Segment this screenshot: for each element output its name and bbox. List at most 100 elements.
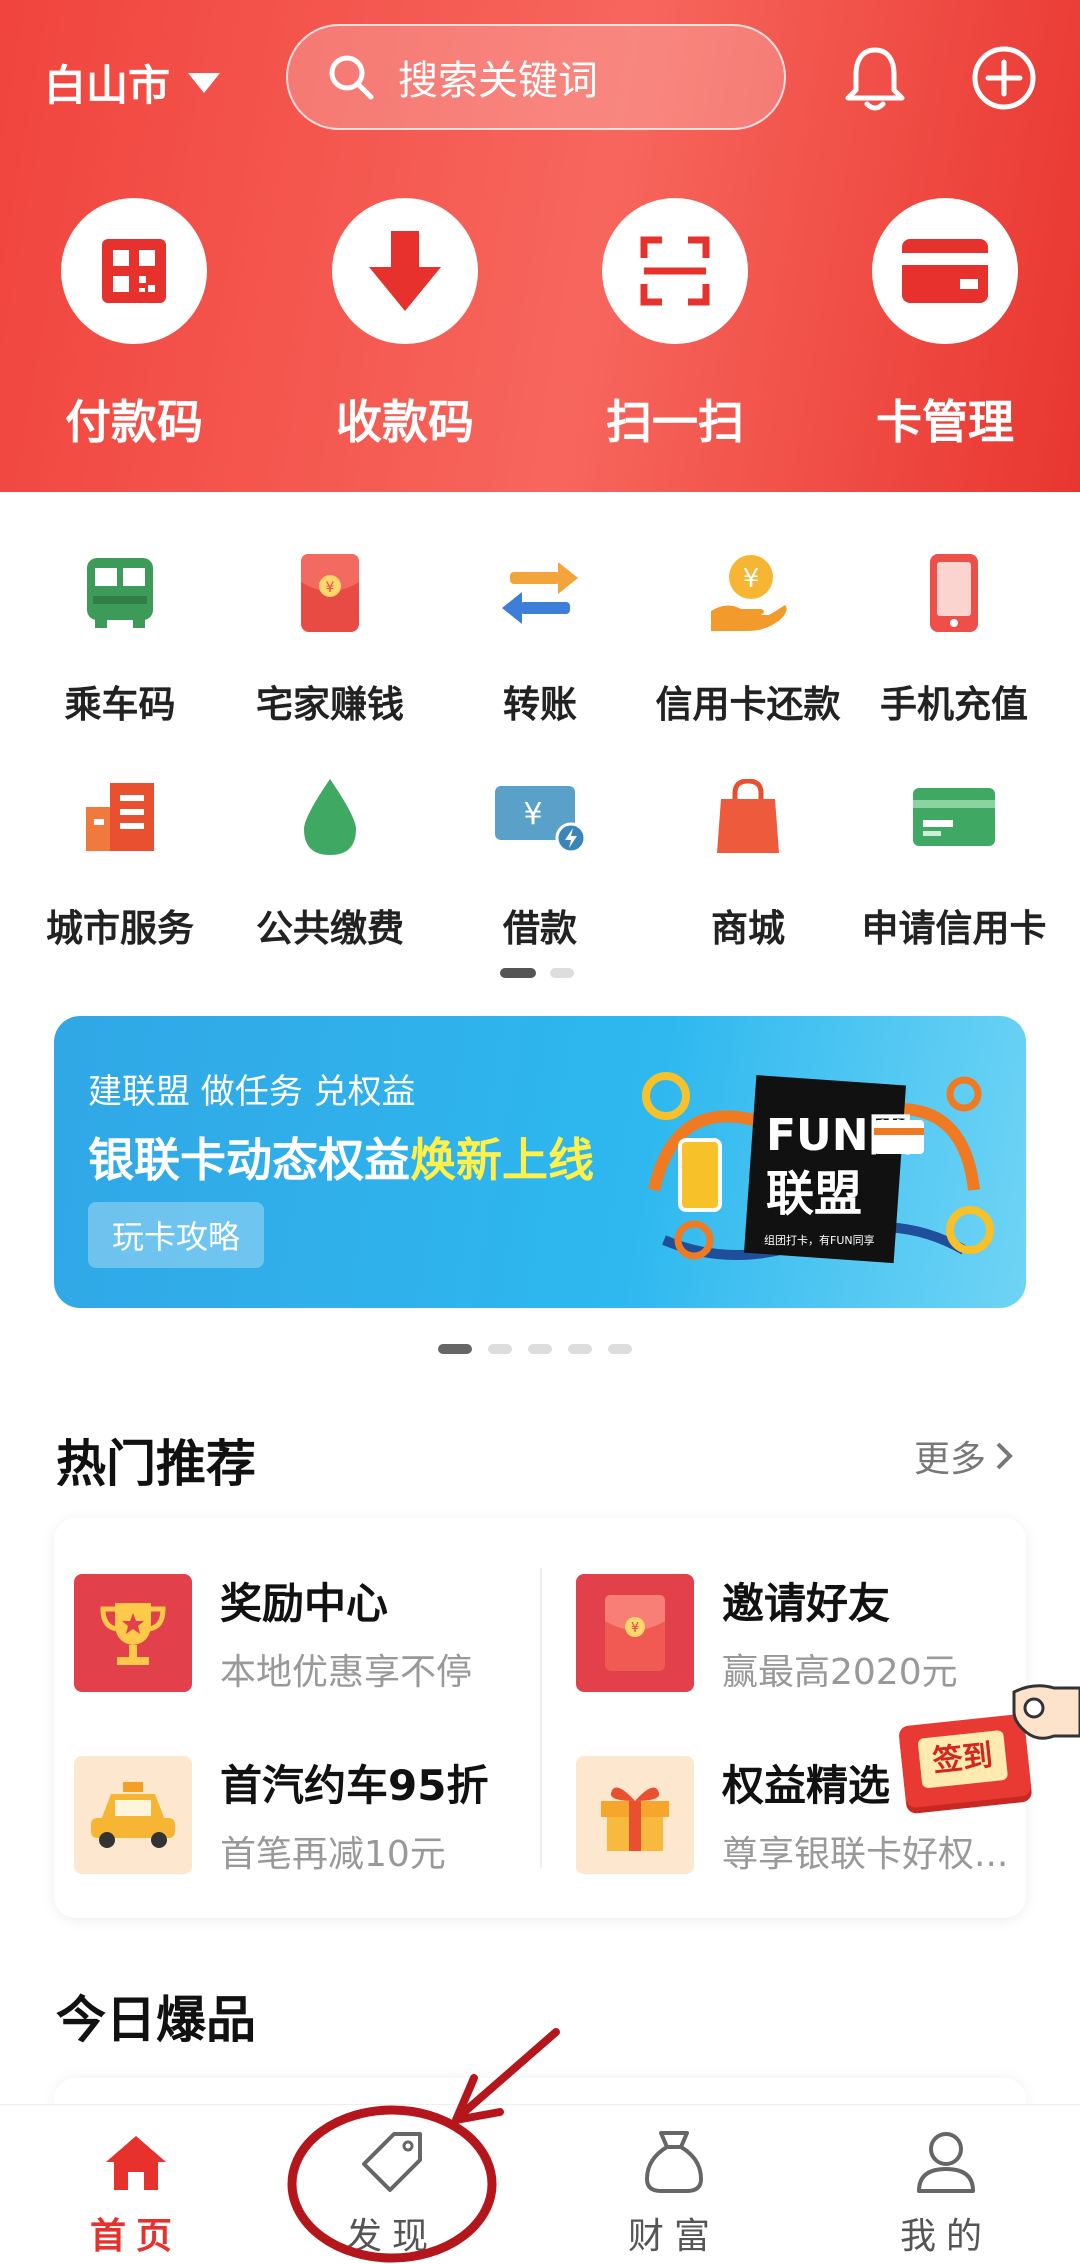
more-label: 更多 bbox=[913, 1439, 986, 1480]
tab-wealth[interactable]: 财富 bbox=[574, 2127, 774, 2259]
quick-action-pay[interactable]: 付款码 bbox=[59, 198, 209, 452]
city-selector[interactable]: 白山市 bbox=[44, 52, 221, 113]
add-circle-icon[interactable] bbox=[970, 44, 1038, 112]
page-dot bbox=[488, 1344, 512, 1354]
quick-action-label: 扫一扫 bbox=[606, 395, 744, 449]
promo-banner[interactable]: 建联盟 做任务 兑权益 银联卡动态权益焕新上线 玩卡攻略 FUN圈 联盟 组团打… bbox=[54, 1016, 1026, 1308]
chevron-down-icon bbox=[188, 72, 221, 93]
scan-icon bbox=[602, 198, 748, 344]
service-label: 城市服务 bbox=[46, 907, 194, 950]
bus-icon bbox=[12, 538, 228, 648]
tab-label: 首页 bbox=[89, 2216, 182, 2257]
city-name: 白山市 bbox=[44, 61, 171, 110]
tab-mine[interactable]: 我的 bbox=[846, 2127, 1046, 2259]
transfer-icon bbox=[432, 538, 648, 648]
rec-title: 邀请好友 bbox=[722, 1579, 891, 1628]
header: 白山市 搜索关键词 付款码 收款码 扫一扫 卡管理 bbox=[0, 0, 1080, 492]
divider bbox=[540, 1568, 542, 1868]
service-label: 商城 bbox=[711, 907, 785, 950]
page-dot bbox=[550, 968, 574, 978]
service-transfer[interactable]: 转账 bbox=[432, 538, 648, 728]
building-icon bbox=[12, 762, 228, 872]
art-caption: 组团打卡，有FUN同享 bbox=[764, 1233, 875, 1247]
page-dot-active bbox=[500, 968, 536, 978]
banner-page-indicator bbox=[438, 1344, 632, 1354]
red-envelope-icon: ¥ bbox=[576, 1573, 694, 1692]
service-label: 乘车码 bbox=[64, 683, 176, 726]
fun-alliance-illustration: FUN圈 联盟 组团打卡，有FUN同享 bbox=[642, 1072, 994, 1264]
tab-home[interactable]: 首页 bbox=[36, 2127, 236, 2259]
services-page-indicator bbox=[500, 968, 574, 978]
tab-discover[interactable]: 发现 bbox=[292, 2127, 492, 2259]
rec-reward-center[interactable]: 奖励中心 本地优惠享不停 bbox=[74, 1570, 472, 1695]
more-link[interactable]: 更多 bbox=[914, 1430, 1014, 1482]
water-drop-icon bbox=[222, 762, 438, 872]
receive-arrow-icon bbox=[332, 198, 478, 344]
service-label: 信用卡还款 bbox=[655, 683, 841, 726]
section-title-today: 今日爆品 bbox=[56, 1991, 256, 2049]
shopping-bag-icon bbox=[640, 762, 856, 872]
hand-pointer-icon bbox=[1012, 1684, 1080, 1740]
service-bus-code[interactable]: 乘车码 bbox=[12, 538, 228, 728]
rec-desc: 尊享银联卡好权... bbox=[722, 1834, 1009, 1875]
quick-action-scan[interactable]: 扫一扫 bbox=[600, 198, 750, 452]
card-icon bbox=[872, 198, 1018, 344]
bottom-tab-bar: 首页 发现 财富 我的 bbox=[0, 2104, 1080, 2264]
rec-desc: 本地优惠享不停 bbox=[220, 1652, 473, 1693]
service-phone-topup[interactable]: 手机充值 bbox=[846, 538, 1062, 728]
rec-desc: 赢最高2020元 bbox=[722, 1652, 958, 1693]
svg-text:¥: ¥ bbox=[326, 580, 335, 596]
banner-title-main: 银联卡动态权益 bbox=[88, 1133, 410, 1187]
repay-icon: ¥ bbox=[640, 538, 856, 648]
service-public-fees[interactable]: 公共缴费 bbox=[222, 762, 438, 952]
gift-icon bbox=[576, 1755, 694, 1874]
banner-subtitle: 建联盟 做任务 兑权益 bbox=[88, 1072, 416, 1112]
svg-text:¥: ¥ bbox=[743, 564, 760, 594]
service-loan[interactable]: ¥ 借款 bbox=[432, 762, 648, 952]
bell-icon[interactable] bbox=[842, 44, 908, 114]
quick-action-receive[interactable]: 收款码 bbox=[330, 198, 480, 452]
quick-action-label: 付款码 bbox=[65, 395, 203, 449]
quick-action-card[interactable]: 卡管理 bbox=[870, 198, 1020, 452]
search-placeholder: 搜索关键词 bbox=[398, 58, 598, 104]
tab-label: 我的 bbox=[899, 2216, 992, 2257]
svg-text:¥: ¥ bbox=[523, 797, 542, 832]
svg-text:¥: ¥ bbox=[631, 1621, 639, 1636]
banner-title: 银联卡动态权益焕新上线 bbox=[88, 1124, 594, 1190]
service-city[interactable]: 城市服务 bbox=[12, 762, 228, 952]
banner-title-highlight: 焕新上线 bbox=[410, 1133, 594, 1187]
person-icon bbox=[917, 2132, 975, 2193]
tag-icon bbox=[362, 2132, 422, 2192]
rec-taxi[interactable]: 首汽约车95折 首笔再减10元 bbox=[74, 1752, 488, 1877]
rec-title: 奖励中心 bbox=[220, 1579, 389, 1628]
page-dot bbox=[528, 1344, 552, 1354]
search-bar[interactable]: 搜索关键词 bbox=[286, 24, 786, 130]
qr-pay-icon bbox=[61, 198, 207, 344]
service-mall[interactable]: 商城 bbox=[640, 762, 856, 952]
service-label: 手机充值 bbox=[880, 683, 1028, 726]
rec-invite-friends[interactable]: ¥ 邀请好友 赢最高2020元 bbox=[576, 1570, 958, 1695]
tab-label: 财富 bbox=[627, 2216, 720, 2257]
page-dot-active bbox=[438, 1344, 472, 1354]
phone-icon bbox=[846, 538, 1062, 648]
home-icon bbox=[106, 2136, 166, 2190]
service-apply-card[interactable]: 申请信用卡 bbox=[846, 762, 1062, 952]
service-label: 公共缴费 bbox=[256, 907, 404, 950]
red-envelope-icon: ¥ bbox=[222, 538, 438, 648]
service-credit-repay[interactable]: ¥ 信用卡还款 bbox=[640, 538, 856, 728]
quick-action-label: 卡管理 bbox=[876, 395, 1014, 449]
credit-card-icon bbox=[846, 762, 1062, 872]
service-label: 宅家赚钱 bbox=[256, 683, 404, 726]
service-earn-at-home[interactable]: ¥ 宅家赚钱 bbox=[222, 538, 438, 728]
rec-desc: 首笔再减10元 bbox=[220, 1834, 446, 1875]
search-icon bbox=[329, 55, 374, 100]
page-dot bbox=[568, 1344, 592, 1354]
taxi-icon bbox=[74, 1755, 192, 1874]
service-label: 申请信用卡 bbox=[861, 907, 1047, 950]
trophy-icon bbox=[74, 1573, 192, 1692]
service-label: 转账 bbox=[503, 683, 577, 726]
money-bag-icon bbox=[644, 2131, 704, 2193]
banner-guide-button[interactable]: 玩卡攻略 bbox=[88, 1202, 265, 1268]
art-title-2: 联盟 bbox=[766, 1166, 862, 1222]
quick-action-label: 收款码 bbox=[336, 395, 474, 449]
